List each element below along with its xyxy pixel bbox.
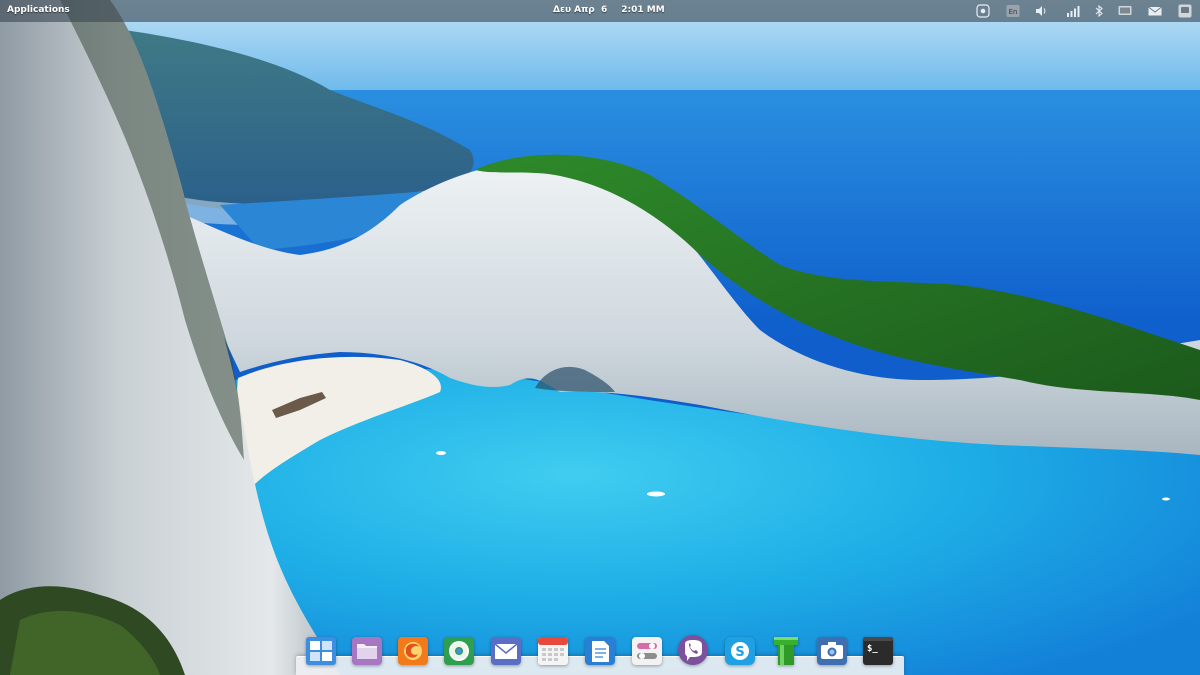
chrome-icon[interactable] <box>442 634 476 668</box>
green-pipe-icon[interactable] <box>769 634 803 668</box>
network-signal-icon[interactable] <box>1066 4 1080 18</box>
multitasking-view-icon[interactable] <box>304 634 338 668</box>
settings-icon[interactable] <box>630 634 664 668</box>
keyboard-layout-label: En <box>1009 8 1018 16</box>
display-icon[interactable] <box>1118 4 1132 18</box>
firefox-icon[interactable] <box>396 634 430 668</box>
keyboard-layout-indicator[interactable]: En <box>1006 4 1020 18</box>
clock-date-time[interactable]: Δευ Απρ 6 2:01 MM <box>553 5 665 15</box>
mail-app-icon[interactable] <box>489 634 523 668</box>
screenshot-icon[interactable] <box>976 4 990 18</box>
bluetooth-icon[interactable] <box>1092 4 1106 18</box>
top-panel: Applications Δευ Απρ 6 2:01 MM En <box>0 0 1200 22</box>
desktop-wallpaper <box>0 0 1200 675</box>
text-editor-icon[interactable] <box>583 634 617 668</box>
mail-icon[interactable] <box>1148 4 1162 18</box>
panel-date: Δευ Απρ 6 <box>553 5 608 15</box>
files-icon[interactable] <box>350 634 384 668</box>
terminal-icon[interactable]: $_ <box>861 634 895 668</box>
volume-icon[interactable] <box>1034 4 1048 18</box>
viber-icon[interactable] <box>676 634 710 668</box>
terminal-prompt: $_ <box>867 644 878 654</box>
svg-text:S: S <box>735 645 744 660</box>
wallpaper-image <box>0 0 1200 675</box>
session-icon[interactable] <box>1178 4 1192 18</box>
camera-icon[interactable] <box>815 634 849 668</box>
calendar-icon[interactable] <box>536 634 570 668</box>
panel-time: 2:01 MM <box>621 5 665 15</box>
skype-icon[interactable]: S <box>723 634 757 668</box>
applications-menu-button[interactable]: Applications <box>7 5 70 15</box>
